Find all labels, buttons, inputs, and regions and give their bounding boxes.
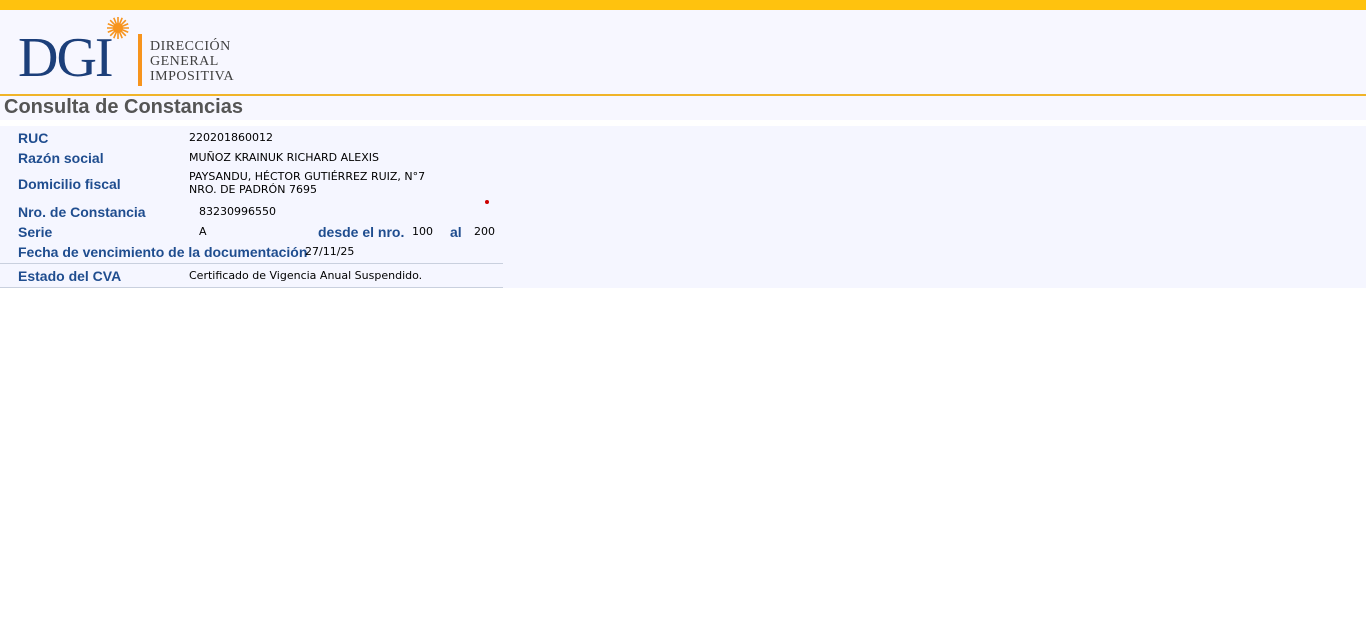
razon-social-value: MUÑOZ KRAINUK RICHARD ALEXIS xyxy=(189,151,379,164)
domicilio-fiscal-line-1: PAYSANDU, HÉCTOR GUTIÉRREZ RUIZ, N°7 xyxy=(189,170,426,183)
row-divider-top xyxy=(0,263,503,264)
required-marker xyxy=(485,200,489,204)
vencimiento-label: Fecha de vencimiento de la documentación xyxy=(18,244,308,260)
top-accent-bar xyxy=(0,0,1366,10)
serie-label: Serie xyxy=(18,224,53,240)
dgi-logo: DGI Dirección General Impositiva xyxy=(18,16,248,90)
logo-line-2: General xyxy=(150,54,219,69)
estado-cva-value: Certificado de Vigencia Anual Suspendido… xyxy=(189,269,423,282)
nro-constancia-value: 83230996550 xyxy=(199,205,276,218)
site-header: DGI Dirección General Impositiva xyxy=(0,10,1366,96)
desde-value: 100 xyxy=(412,225,433,238)
logo-wordmark: Dirección General Impositiva xyxy=(150,39,234,84)
page-title: Consulta de Constancias xyxy=(4,96,243,118)
serie-value: A xyxy=(199,225,207,238)
domicilio-fiscal-line-2: NRO. DE PADRÓN 7695 xyxy=(189,183,317,196)
razon-social-label: Razón social xyxy=(18,150,104,166)
logo-line-3: Impositiva xyxy=(150,69,235,84)
logo-line-1: Dirección xyxy=(150,39,231,54)
desde-label: desde el nro. xyxy=(318,224,405,240)
ruc-label: RUC xyxy=(18,130,49,146)
row-divider-bottom xyxy=(0,287,503,288)
vencimiento-value: 27/11/25 xyxy=(305,245,355,258)
al-label: al xyxy=(450,224,462,240)
logo-acronym: DGI xyxy=(18,27,114,89)
logo-divider xyxy=(138,34,142,86)
al-value: 200 xyxy=(474,225,495,238)
domicilio-fiscal-label: Domicilio fiscal xyxy=(18,176,121,192)
ruc-value: 220201860012 xyxy=(189,131,273,144)
nro-constancia-label: Nro. de Constancia xyxy=(18,204,146,220)
estado-cva-label: Estado del CVA xyxy=(18,268,122,284)
